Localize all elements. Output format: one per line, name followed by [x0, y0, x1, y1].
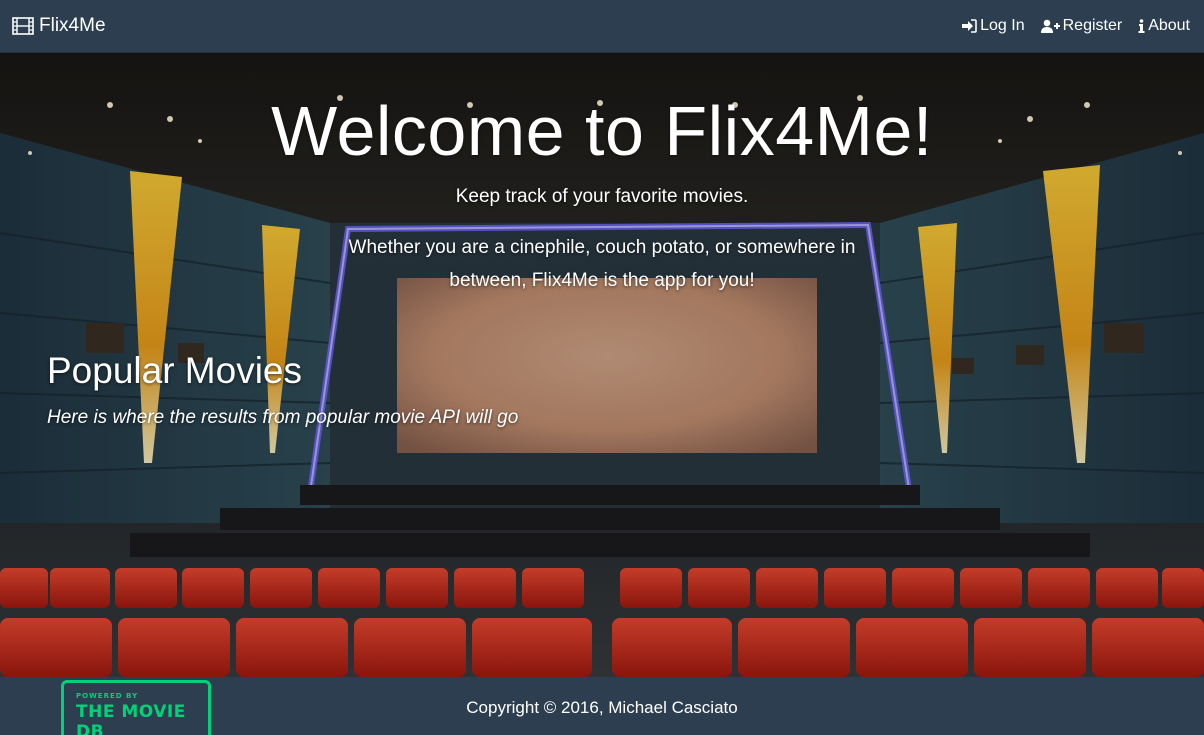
brand-label: Flix4Me — [39, 15, 106, 36]
login-link[interactable]: Log In — [961, 17, 1025, 35]
sign-in-icon — [961, 19, 977, 33]
user-plus-icon — [1040, 19, 1060, 33]
intro-text: Whether you are a cinephile, couch potat… — [348, 237, 856, 291]
register-label: Register — [1062, 17, 1123, 34]
info-icon — [1138, 19, 1145, 33]
login-label: Log In — [980, 17, 1025, 34]
film-icon — [12, 17, 34, 35]
navbar: Flix4Me Log In Register About — [0, 0, 1204, 53]
about-label: About — [1148, 17, 1190, 34]
nav-links: Log In Register About — [961, 17, 1190, 35]
popular-movies-heading: Popular Movies — [47, 350, 303, 391]
about-link[interactable]: About — [1138, 17, 1190, 35]
brand-link[interactable]: Flix4Me — [12, 15, 106, 37]
register-link[interactable]: Register — [1040, 17, 1123, 35]
page: Flix4Me Log In Register About Welcome to… — [0, 0, 1204, 735]
popular-movies-note: Here is where the results from popular m… — [47, 407, 519, 428]
copyright-text: Copyright © 2016, Michael Casciato — [466, 698, 738, 717]
welcome-title: Welcome to Flix4Me! — [271, 92, 933, 170]
hero-section: Welcome to Flix4Me! Keep track of your f… — [0, 53, 1204, 677]
footer: POWERED BY THE MOVIE DB Copyright © 2016… — [0, 677, 1204, 735]
tagline: Keep track of your favorite movies. — [455, 186, 749, 207]
